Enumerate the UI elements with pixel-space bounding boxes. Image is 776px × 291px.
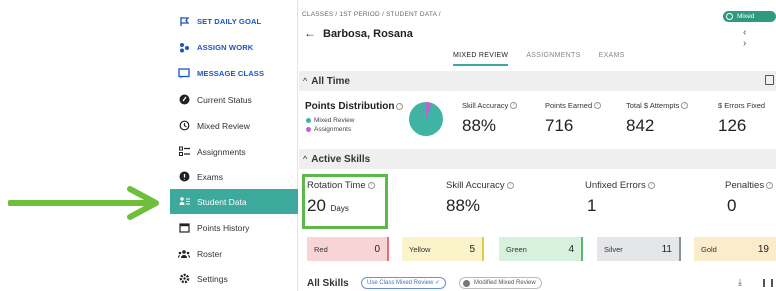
- stat-value: 842: [626, 116, 655, 135]
- mode-badge[interactable]: Mixed Review: [723, 11, 776, 31]
- sidebar-item-label: Exams: [197, 171, 223, 182]
- legend-swatch: [306, 118, 311, 123]
- help-icon[interactable]: ?: [367, 182, 375, 189]
- calendar-icon: [177, 221, 191, 235]
- roster-icon: [177, 247, 191, 261]
- sidebar-item-set-daily-goal[interactable]: SET DAILY GOAL: [170, 9, 298, 34]
- stat-value: 716: [545, 116, 574, 135]
- chevron-up-icon: ^: [303, 154, 308, 164]
- modified-mixed-review-chip[interactable]: Modified Mixed Review: [459, 277, 542, 289]
- sidebar-item-assign-work[interactable]: ASSIGN WORK: [170, 35, 298, 60]
- stat-label: Unfixed Errors?: [585, 180, 655, 191]
- flag-icon: [177, 15, 191, 29]
- sidebar-item-label: Points History: [197, 222, 250, 233]
- sidebar-item-label: SET DAILY GOAL: [197, 17, 262, 26]
- sidebar-item-points-history[interactable]: Points History: [170, 215, 298, 240]
- legend-swatch: [306, 127, 311, 132]
- data-icon: [177, 195, 191, 209]
- help-icon[interactable]: ?: [396, 103, 404, 110]
- active-skills-header[interactable]: ^ Active Skills: [299, 149, 776, 169]
- all-time-header[interactable]: ^ All Time: [299, 71, 776, 91]
- stat-value: 126: [718, 116, 747, 135]
- help-icon[interactable]: ?: [647, 182, 655, 189]
- sidebar-item-mixed-review[interactable]: Mixed Review: [170, 113, 298, 138]
- skill-level-badge-silver[interactable]: Silver 11: [597, 237, 681, 261]
- skill-level-badge-red[interactable]: Red 0: [307, 237, 389, 261]
- sidebar-item-label: Mixed Review: [197, 120, 250, 131]
- stat-label: Penalties?: [725, 180, 774, 191]
- skill-level-badge-gold[interactable]: Gold 19: [694, 237, 776, 261]
- tab-exams[interactable]: EXAMS: [599, 52, 625, 66]
- use-class-mixed-review-chip[interactable]: Use Class Mixed Review ✓: [361, 277, 447, 289]
- columns-icon[interactable]: [763, 279, 773, 287]
- exam-icon: [177, 170, 191, 184]
- tab-bar: MIXED REVIEW ASSIGNMENTS EXAMS: [453, 52, 625, 66]
- stat-value: 0: [727, 196, 737, 215]
- sidebar-item-message-class[interactable]: MESSAGE CLASS: [170, 61, 298, 86]
- sidebar-item-label: MESSAGE CLASS: [197, 69, 265, 78]
- stat-label: $ Errors Fixed: [718, 101, 766, 110]
- stat-value: 88%: [462, 116, 497, 135]
- skill-level-badge-green[interactable]: Green 4: [499, 237, 583, 261]
- help-icon[interactable]: ?: [510, 102, 518, 109]
- status-dot-icon: [726, 13, 733, 20]
- prev-next-student-arrows[interactable]: ‹ ›: [743, 27, 776, 49]
- sidebar-item-current-status[interactable]: Current Status: [170, 87, 298, 112]
- sidebar-item-assignments[interactable]: Assignments: [170, 139, 298, 164]
- stat-label: Rotation Time?: [307, 180, 375, 191]
- sidebar-item-label: Student Data: [197, 196, 247, 207]
- points-distribution-pie: [409, 102, 443, 136]
- sidebar: SET DAILY GOAL ASSIGN WORK MESSAGE CLASS…: [170, 0, 298, 291]
- sidebar-item-label: Current Status: [197, 94, 252, 105]
- page-title: Barbosa, Rosana: [323, 28, 413, 40]
- section-title: All Time: [311, 75, 350, 87]
- tab-mixed-review[interactable]: MIXED REVIEW: [453, 52, 509, 66]
- help-icon[interactable]: ?: [681, 102, 689, 109]
- breadcrumb[interactable]: CLASSES / 1ST PERIOD / STUDENT DATA /: [302, 11, 441, 18]
- people-icon: [177, 41, 191, 55]
- legend-item: Mixed Review: [306, 117, 354, 124]
- main-panel: CLASSES / 1ST PERIOD / STUDENT DATA / Mi…: [299, 0, 776, 291]
- history-icon: [177, 119, 191, 133]
- legend-item: Assignments: [306, 126, 351, 133]
- stat-label: Skill Accuracy?: [462, 101, 518, 110]
- sidebar-item-label: Roster: [197, 248, 223, 259]
- help-icon[interactable]: ?: [766, 182, 774, 189]
- status-icon: [177, 93, 191, 107]
- pointer-arrow-icon: [8, 186, 159, 220]
- all-skills-title: All Skills: [307, 278, 349, 289]
- points-distribution-title: Points Distribution?: [305, 101, 404, 112]
- list-icon: [177, 145, 191, 159]
- sidebar-item-label: ASSIGN WORK: [197, 43, 254, 52]
- download-icon[interactable]: ⤓: [738, 277, 742, 288]
- sidebar-item-exams[interactable]: Exams: [170, 164, 298, 189]
- calendar-icon[interactable]: [765, 75, 774, 85]
- sidebar-item-label: Settings: [197, 273, 228, 284]
- sidebar-item-label: Assignments: [197, 146, 246, 157]
- stat-label: Points Earned?: [545, 101, 602, 110]
- skill-level-badge-yellow[interactable]: Yellow 5: [402, 237, 484, 261]
- tab-assignments[interactable]: ASSIGNMENTS: [526, 52, 580, 66]
- stat-value: 20 Days: [307, 196, 349, 215]
- gear-icon: [177, 272, 191, 286]
- section-title: Active Skills: [311, 153, 371, 165]
- sidebar-item-student-data[interactable]: Student Data: [170, 189, 298, 214]
- help-icon[interactable]: ?: [506, 182, 514, 189]
- stat-value: 1: [587, 196, 597, 215]
- message-icon: [177, 67, 191, 81]
- sidebar-item-roster[interactable]: Roster: [170, 241, 298, 266]
- back-arrow-icon[interactable]: ←: [304, 26, 316, 40]
- stat-label: Total $ Attempts?: [626, 101, 689, 110]
- stat-label: Skill Accuracy?: [446, 180, 514, 191]
- stat-value: 88%: [446, 196, 481, 215]
- settings-dot-icon: [463, 280, 470, 287]
- chevron-up-icon: ^: [303, 76, 308, 86]
- help-icon[interactable]: ?: [594, 102, 602, 109]
- sidebar-item-settings[interactable]: Settings: [170, 266, 298, 291]
